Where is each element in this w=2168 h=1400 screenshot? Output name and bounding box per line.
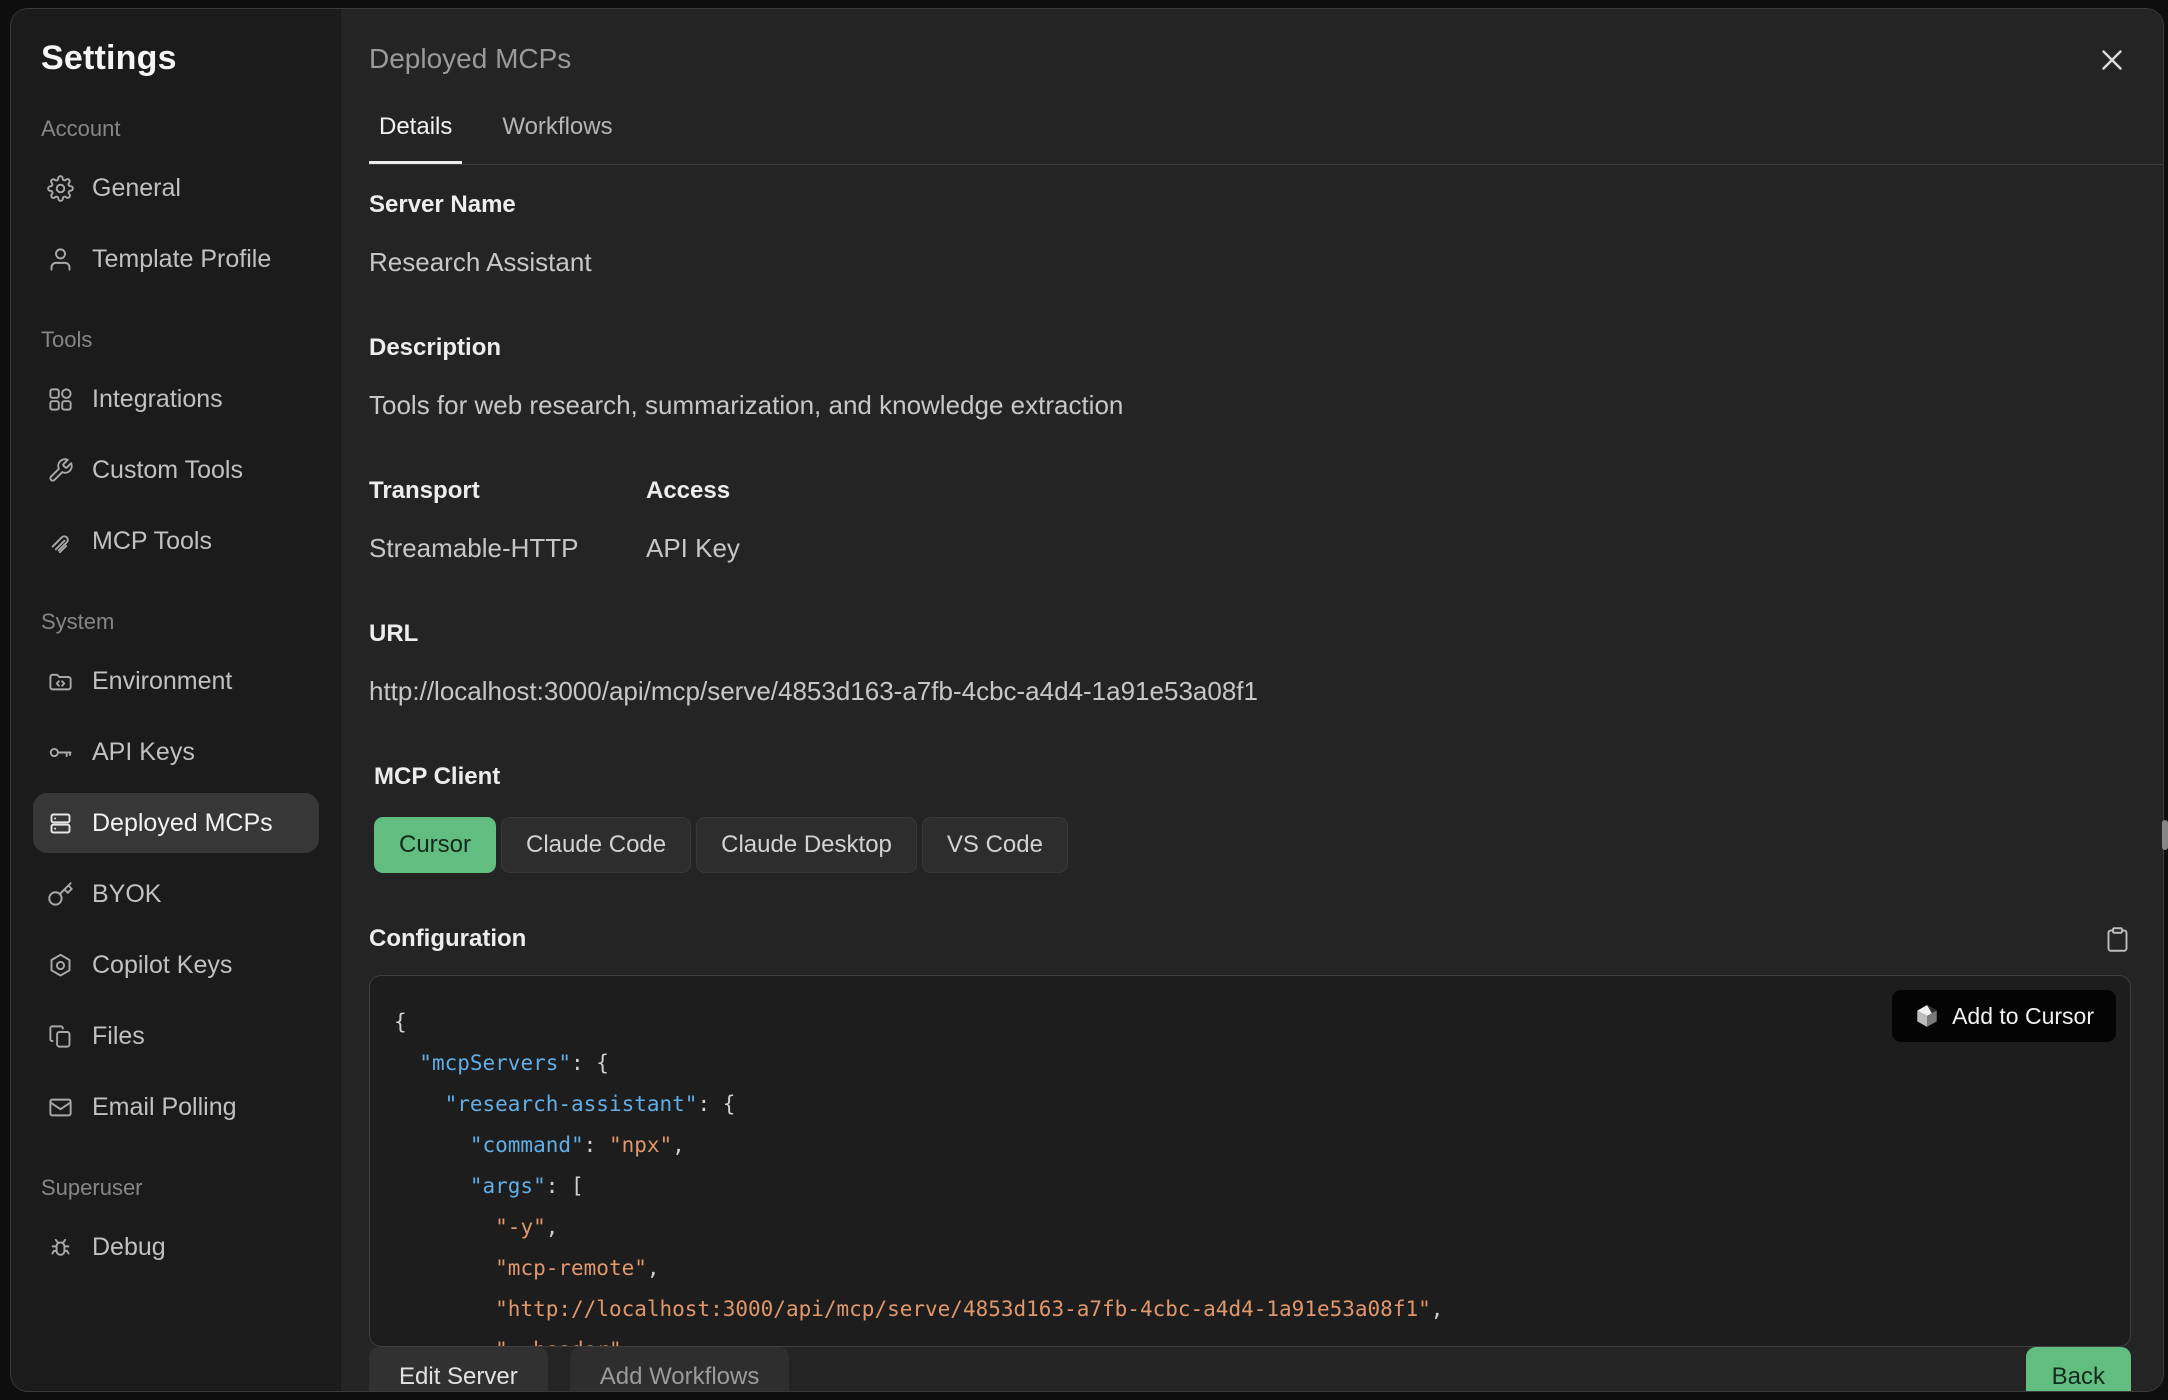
add-to-cursor-button[interactable]: Add to Cursor [1892,990,2116,1042]
nut-icon [47,952,74,979]
settings-sidebar: Settings Account General Template Profile T… [11,9,341,1391]
sidebar-item-label: Email Polling [92,1093,237,1122]
sidebar-item-label: Template Profile [92,245,271,274]
sidebar-item-deployed-mcps[interactable]: Deployed MCPs [33,793,319,853]
sidebar-title: Settings [41,39,319,78]
copy-button[interactable] [2104,926,2131,953]
sidebar-item-label: Debug [92,1233,166,1262]
sidebar-item-label: General [92,174,181,203]
sidebar-item-label: Copilot Keys [92,951,232,980]
sidebar-item-custom-tools[interactable]: Custom Tools [33,440,319,500]
url-label: URL [369,620,2131,648]
cursor-logo-icon [1914,1003,1940,1029]
sidebar-item-label: BYOK [92,880,161,909]
sidebar-section-label: System [41,609,319,635]
sidebar-item-label: API Keys [92,738,195,767]
code-lines: { "mcpServers": { "research-assistant": … [394,1002,2130,1347]
sidebar-item-label: Custom Tools [92,456,243,485]
sidebar-section-label: Account [41,116,319,142]
add-workflows-button[interactable]: Add Workflows [570,1347,790,1392]
footer-actions: Edit Server Add Workflows Back [341,1347,2163,1392]
folder-code-icon [47,668,74,695]
description-value: Tools for web research, summarization, a… [369,390,2131,421]
sidebar-item-integrations[interactable]: Integrations [33,369,319,429]
close-button[interactable] [2095,43,2129,77]
access-label: Access [646,477,2131,505]
sidebar-item-mcp-tools[interactable]: MCP Tools [33,511,319,571]
sidebar-item-label: Environment [92,667,232,696]
sidebar-item-files[interactable]: Files [33,1006,319,1066]
configuration-label: Configuration [369,925,526,953]
client-button-claude-desktop[interactable]: Claude Desktop [696,817,917,873]
code-line: "--header" [394,1330,2130,1347]
server-icon [47,810,74,837]
sidebar-section-label: Tools [41,327,319,353]
tab-details[interactable]: Details [369,103,462,164]
blocks-icon [47,386,74,413]
client-button-vs-code[interactable]: VS Code [922,817,1068,873]
url-value: http://localhost:3000/api/mcp/serve/4853… [369,676,2131,707]
configuration-row: Configuration [369,925,2131,953]
client-button-cursor[interactable]: Cursor [374,817,496,873]
sidebar-item-label: Deployed MCPs [92,809,273,838]
code-line: { [394,1002,2130,1043]
settings-modal: Settings Account General Template Profile T… [10,8,2164,1392]
panel-title: Deployed MCPs [369,43,2123,75]
sidebar-item-label: Files [92,1022,145,1051]
edit-server-button[interactable]: Edit Server [369,1347,548,1392]
gear-icon [47,175,74,202]
sidebar-item-copilot-keys[interactable]: Copilot Keys [33,935,319,995]
add-to-cursor-label: Add to Cursor [1952,1003,2094,1030]
transport-access-row: Transport Streamable-HTTP Access API Key [369,421,2131,564]
server-name-label: Server Name [369,191,2131,219]
code-line: "mcpServers": { [394,1043,2130,1084]
mcp-client-section: MCP Client CursorClaude CodeClaude Deskt… [374,763,2131,873]
key-diagonal-icon [47,881,74,908]
sidebar-item-label: MCP Tools [92,527,212,556]
code-line: "research-assistant": { [394,1084,2130,1125]
details-content: Server Name Research Assistant Descripti… [341,165,2163,1347]
deployed-mcps-panel: Deployed MCPs Details Workflows Server Na… [341,9,2163,1391]
configuration-code-block[interactable]: { "mcpServers": { "research-assistant": … [369,975,2131,1347]
sidebar-item-template-profile[interactable]: Template Profile [33,229,319,289]
code-line: "mcp-remote", [394,1248,2130,1289]
person-icon [47,246,74,273]
sidebar-item-environment[interactable]: Environment [33,651,319,711]
panel-header: Deployed MCPs [341,9,2163,75]
sidebar-item-byok[interactable]: BYOK [33,864,319,924]
transport-value: Streamable-HTTP [369,533,646,564]
close-icon [2095,43,2129,77]
client-button-claude-code[interactable]: Claude Code [501,817,691,873]
page-scrollbar-thumb[interactable] [2162,820,2168,850]
wrench-icon [47,457,74,484]
transport-label: Transport [369,477,646,505]
back-button[interactable]: Back [2026,1347,2131,1392]
sidebar-item-debug[interactable]: Debug [33,1217,319,1277]
sidebar-section-label: Superuser [41,1175,319,1201]
files-icon [47,1023,74,1050]
paperclip-icon [47,528,74,555]
mcp-client-label: MCP Client [374,763,2131,791]
description-label: Description [369,334,2131,362]
bug-icon [47,1234,74,1261]
sidebar-item-email-polling[interactable]: Email Polling [33,1077,319,1137]
sidebar-sections: Account General Template Profile Tools Integ… [33,116,319,1277]
code-line: "command": "npx", [394,1125,2130,1166]
mail-icon [47,1094,74,1121]
code-line: "-y", [394,1207,2130,1248]
sidebar-item-label: Integrations [92,385,223,414]
key-icon [47,739,74,766]
code-line: "args": [ [394,1166,2130,1207]
server-name-value: Research Assistant [369,247,2131,278]
tab-bar: Details Workflows [369,103,2163,165]
sidebar-item-api-keys[interactable]: API Keys [33,722,319,782]
code-line: "http://localhost:3000/api/mcp/serve/485… [394,1289,2130,1330]
sidebar-item-general[interactable]: General [33,158,319,218]
clipboard-icon [2104,926,2131,953]
mcp-client-button-group: CursorClaude CodeClaude DesktopVS Code [374,817,2131,873]
tab-workflows[interactable]: Workflows [492,103,622,164]
access-value: API Key [646,533,2131,564]
